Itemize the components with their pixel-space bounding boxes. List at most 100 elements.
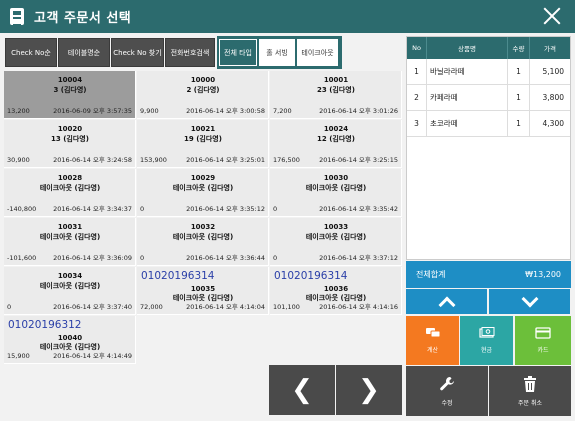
order-check-no: 10031 bbox=[57, 223, 83, 231]
order-check-no: 10024 bbox=[323, 125, 349, 133]
order-check-no: 10040 bbox=[57, 334, 83, 342]
row-no: 2 bbox=[407, 85, 427, 110]
order-amount: 13,200 bbox=[7, 107, 30, 115]
order-table-name: 2 (김다영) bbox=[186, 86, 220, 94]
chevron-left-icon: ❮ bbox=[291, 375, 313, 405]
card-label: 카드 bbox=[537, 347, 549, 354]
col-header-no: No bbox=[407, 37, 427, 59]
order-card[interactable]: 10033 테이크아웃 (김다영) 0 2016-06-14 오후 3:37:12 bbox=[270, 218, 402, 266]
order-table-name: 3 (김다영) bbox=[53, 86, 87, 94]
row-item: 초코라떼 bbox=[427, 111, 508, 136]
order-check-no: 10000 bbox=[190, 76, 216, 84]
order-table-name: 13 (김다영) bbox=[51, 135, 89, 143]
order-datetime: 2016-06-14 오후 3:36:44 bbox=[186, 254, 265, 262]
order-card[interactable]: 10024 12 (김다영) 176,500 2016-06-14 오후 3:25:1… bbox=[270, 120, 402, 168]
col-header-item: 상품명 bbox=[427, 37, 508, 59]
order-check-no: 10001 bbox=[323, 76, 349, 84]
cash-label: 현금 bbox=[480, 347, 493, 354]
tab-all-types[interactable]: 전체 타입 bbox=[219, 39, 257, 66]
card-button[interactable]: 카드 bbox=[515, 316, 571, 365]
order-type-tabs: 전체 타입 홀 서빙 테이크아웃 bbox=[217, 36, 342, 69]
order-datetime: 2016-06-14 오후 4:14:16 bbox=[319, 303, 398, 311]
order-check-no: 10029 bbox=[190, 174, 216, 182]
order-datetime: 2016-06-14 오후 4:14:04 bbox=[186, 303, 265, 311]
row-item: 카페라떼 bbox=[427, 85, 508, 110]
chat-bubble-icon bbox=[425, 328, 440, 338]
order-datetime: 2016-06-14 오후 3:37:40 bbox=[53, 303, 132, 311]
phone-search-button[interactable]: 전화번호검색 bbox=[165, 38, 215, 67]
edit-button[interactable]: 수정 bbox=[406, 366, 488, 416]
order-table-name: 테이크아웃 (김다영) bbox=[39, 184, 101, 192]
order-card[interactable]: 01020196312 10040 테이크아웃 (김다영) 15,900 2016-06… bbox=[4, 316, 136, 364]
order-card[interactable]: 01020196314 10036 테이크아웃 (김다영) 101,100 2016-0… bbox=[270, 267, 402, 315]
order-card[interactable]: 10030 테이크아웃 (김다영) 0 2016-06-14 오후 3:35:42 bbox=[270, 169, 402, 217]
sort-by-table-name-button[interactable]: 테이블명순 bbox=[58, 38, 110, 67]
order-card[interactable]: 10004 3 (김다영) 13,200 2016-06-09 오후 3:57:35 bbox=[4, 71, 136, 119]
order-check-no: 10028 bbox=[57, 174, 83, 182]
scroll-down-button[interactable] bbox=[489, 289, 570, 314]
order-phone: 01020196314 bbox=[274, 270, 348, 282]
order-card[interactable]: 10001 23 (김다영) 7,200 2016-06-14 오후 3:01:26 bbox=[270, 71, 402, 119]
order-table-name: 23 (김다영) bbox=[317, 86, 355, 94]
title-bar: 고객 주문서 선택 bbox=[0, 0, 575, 33]
cash-button[interactable]: 현금 bbox=[460, 316, 513, 365]
close-icon[interactable] bbox=[541, 5, 563, 27]
order-card[interactable]: 01020196314 10035 테이크아웃 (김다영) 72,000 2016-06… bbox=[137, 267, 269, 315]
find-check-no-button[interactable]: Check No 찾기 bbox=[111, 38, 164, 67]
table-row[interactable]: 3 초코라떼 1 4,300 bbox=[407, 111, 570, 137]
order-datetime: 2016-06-14 오후 3:25:01 bbox=[186, 156, 265, 164]
order-card[interactable]: 10028 테이크아웃 (김다영) -140,800 2016-06-14 오후 3:… bbox=[4, 169, 136, 217]
prev-page-button[interactable]: ❮ bbox=[269, 365, 335, 415]
order-check-no: 10030 bbox=[323, 174, 349, 182]
sort-by-check-no-button[interactable]: Check No순 bbox=[5, 38, 57, 67]
calculate-button[interactable]: 계산 bbox=[406, 316, 459, 365]
order-table-name: 테이크아웃 (김다영) bbox=[172, 233, 234, 241]
order-card[interactable]: 10021 19 (김다영) 153,900 2016-06-14 오후 3:25:0… bbox=[137, 120, 269, 168]
next-page-button[interactable]: ❯ bbox=[336, 365, 402, 415]
order-table-name: 테이크아웃 (김다영) bbox=[305, 233, 367, 241]
order-table-name: 테이크아웃 (김다영) bbox=[172, 184, 234, 192]
order-check-no: 10032 bbox=[190, 223, 216, 231]
order-card[interactable]: 10032 테이크아웃 (김다영) 0 2016-06-14 오후 3:36:44 bbox=[137, 218, 269, 266]
order-check-no: 10035 bbox=[190, 285, 216, 293]
order-card[interactable]: 10020 13 (김다영) 30,900 2016-06-14 오후 3:24:58 bbox=[4, 120, 136, 168]
chevron-up-icon bbox=[438, 296, 455, 313]
order-card[interactable]: 10000 2 (김다영) 9,900 2016-06-14 오후 3:00:58 bbox=[137, 71, 269, 119]
cancel-order-button[interactable]: 주문 취소 bbox=[489, 366, 571, 416]
order-amount: 0 bbox=[140, 205, 145, 213]
order-amount: 7,200 bbox=[273, 107, 292, 115]
col-header-price: 가격 bbox=[544, 45, 556, 53]
order-table-header: No 상품명 수량 가격 bbox=[407, 37, 570, 59]
chevron-down-icon bbox=[521, 290, 538, 307]
table-row[interactable]: 1 바닐라라떼 1 5,100 bbox=[407, 59, 570, 85]
order-card[interactable]: 10031 테이크아웃 (김다영) -101,600 2016-06-14 오후 3:… bbox=[4, 218, 136, 266]
order-table-name: 12 (김다영) bbox=[317, 135, 355, 143]
order-amount: 101,100 bbox=[273, 303, 300, 311]
order-datetime: 2016-06-14 오후 3:00:58 bbox=[186, 107, 265, 115]
order-amount: 0 bbox=[273, 254, 278, 262]
credit-card-icon bbox=[535, 327, 551, 339]
order-datetime: 2016-06-14 오후 3:36:09 bbox=[53, 254, 132, 262]
order-amount: 0 bbox=[273, 205, 278, 213]
row-no: 1 bbox=[407, 59, 427, 84]
table-row[interactable]: 2 카페라떼 1 3,800 bbox=[407, 85, 570, 111]
order-table-name: 테이크아웃 (김다영) bbox=[305, 184, 367, 192]
order-datetime: 2016-06-14 오후 4:14:49 bbox=[53, 352, 132, 360]
order-amount: 0 bbox=[7, 303, 12, 311]
order-amount: 153,900 bbox=[140, 156, 167, 164]
row-price: 5,100 bbox=[542, 67, 564, 76]
order-check-no: 10020 bbox=[57, 125, 83, 133]
tab-hall-serving[interactable]: 홀 서빙 bbox=[259, 39, 295, 66]
order-card[interactable]: 10029 테이크아웃 (김다영) 0 2016-06-14 오후 3:35:12 bbox=[137, 169, 269, 217]
order-detail-panel: No 상품명 수량 가격 1 바닐라라떼 1 5,100 2 카페라떼 1 3,… bbox=[406, 36, 571, 260]
scroll-up-button[interactable] bbox=[406, 289, 487, 314]
order-datetime: 2016-06-09 오후 3:57:35 bbox=[53, 107, 132, 115]
order-amount: -140,800 bbox=[7, 205, 37, 213]
order-datetime: 2016-06-14 오후 3:35:12 bbox=[186, 205, 265, 213]
edit-label: 수정 bbox=[441, 399, 453, 407]
order-phone: 01020196314 bbox=[141, 270, 215, 282]
tab-takeout[interactable]: 테이크아웃 bbox=[297, 39, 338, 66]
order-card[interactable]: 10034 테이크아웃 (김다영) 0 2016-06-14 오후 3:37:40 bbox=[4, 267, 136, 315]
order-table-name: 19 (김다영) bbox=[184, 135, 222, 143]
order-amount: 30,900 bbox=[7, 156, 30, 164]
